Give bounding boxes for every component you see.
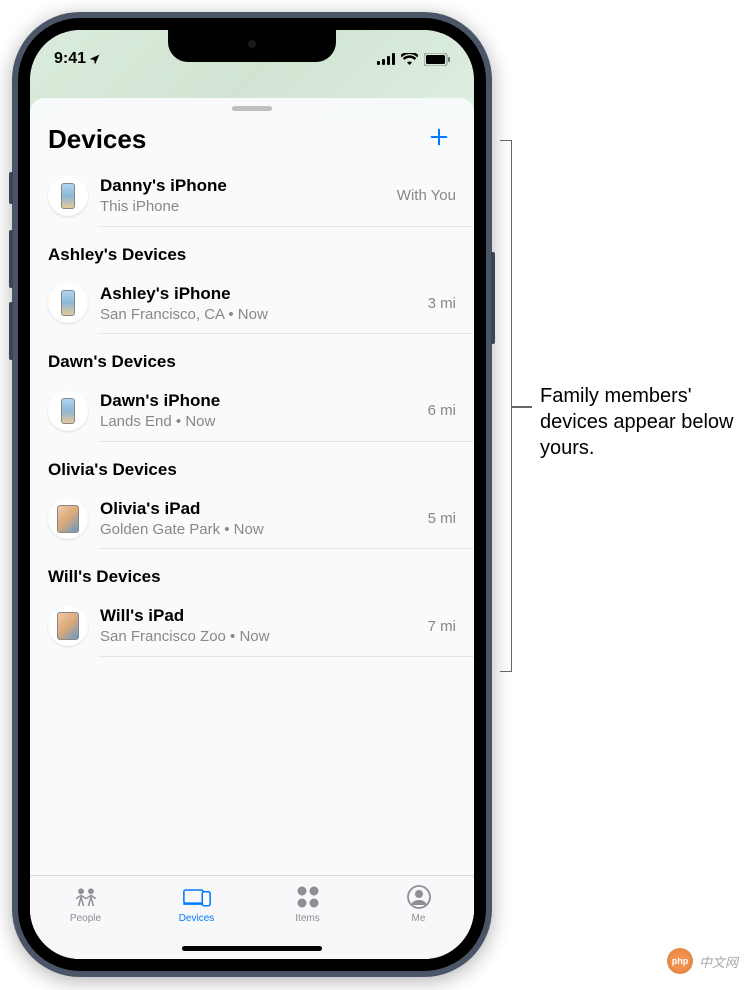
device-subtitle: Lands End • Now [100,412,420,432]
device-row[interactable]: Ashley's iPhoneSan Francisco, CA • Now 3 … [30,273,474,335]
device-list[interactable]: Danny's iPhone This iPhone With You Ashl… [30,165,474,959]
me-icon [407,885,431,909]
tab-label: People [70,913,101,924]
people-icon [72,885,100,909]
device-row[interactable]: Dawn's iPhoneLands End • Now 6 mi [30,380,474,442]
sheet-title: Devices [48,124,146,155]
tab-me[interactable]: Me [363,884,474,959]
plus-icon [428,126,450,148]
wifi-icon [401,53,418,65]
device-name: Will's iPad [100,605,420,627]
device-subtitle: San Francisco Zoo • Now [100,627,420,647]
sheet-grabber[interactable] [232,106,272,111]
devices-icon [183,886,211,908]
device-row[interactable]: Will's iPadSan Francisco Zoo • Now 7 mi [30,595,474,657]
callout-text: Family members' devices appear below you… [540,383,740,461]
device-distance: 6 mi [428,402,456,419]
device-name: Ashley's iPhone [100,283,420,305]
device-distance: 7 mi [428,618,456,635]
ipad-icon [48,499,88,539]
screen: 9:41 [30,30,474,959]
phone-frame: 9:41 [12,12,492,977]
volume-down-button [9,302,13,360]
device-row[interactable]: Olivia's iPadGolden Gate Park • Now 5 mi [30,488,474,550]
notch [168,30,336,62]
power-button [491,252,495,344]
device-name: Olivia's iPad [100,498,420,520]
volume-up-button [9,230,13,288]
watermark-text: 中文网 [699,952,738,971]
mute-switch [9,172,13,204]
tab-label: Devices [179,913,215,924]
iphone-icon [48,176,88,216]
own-device-row[interactable]: Danny's iPhone This iPhone With You [30,165,474,227]
section-header: Ashley's Devices [30,227,474,273]
tab-people[interactable]: People [30,884,141,959]
device-distance: 3 mi [428,295,456,312]
php-logo-icon [667,948,693,974]
device-distance: With You [397,187,456,204]
location-arrow-icon [88,53,101,66]
ipad-icon [48,606,88,646]
section-header: Dawn's Devices [30,334,474,380]
iphone-icon [48,283,88,323]
iphone-icon [48,391,88,431]
device-name: Dawn's iPhone [100,390,420,412]
status-time: 9:41 [54,50,86,68]
home-indicator[interactable] [182,946,322,951]
device-name: Danny's iPhone [100,175,389,197]
watermark: 中文网 [667,948,738,974]
section-header: Will's Devices [30,549,474,595]
cellular-icon [377,53,395,65]
items-icon [297,886,319,908]
device-subtitle: Golden Gate Park • Now [100,520,420,540]
tab-label: Me [412,913,426,924]
tab-label: Items [295,913,319,924]
device-subtitle: San Francisco, CA • Now [100,305,420,325]
device-subtitle: This iPhone [100,197,389,217]
device-distance: 5 mi [428,510,456,527]
battery-icon [424,53,450,66]
section-header: Olivia's Devices [30,442,474,488]
devices-sheet: Devices Danny's iPhone This iPhone With … [30,98,474,959]
add-device-button[interactable] [422,123,456,155]
